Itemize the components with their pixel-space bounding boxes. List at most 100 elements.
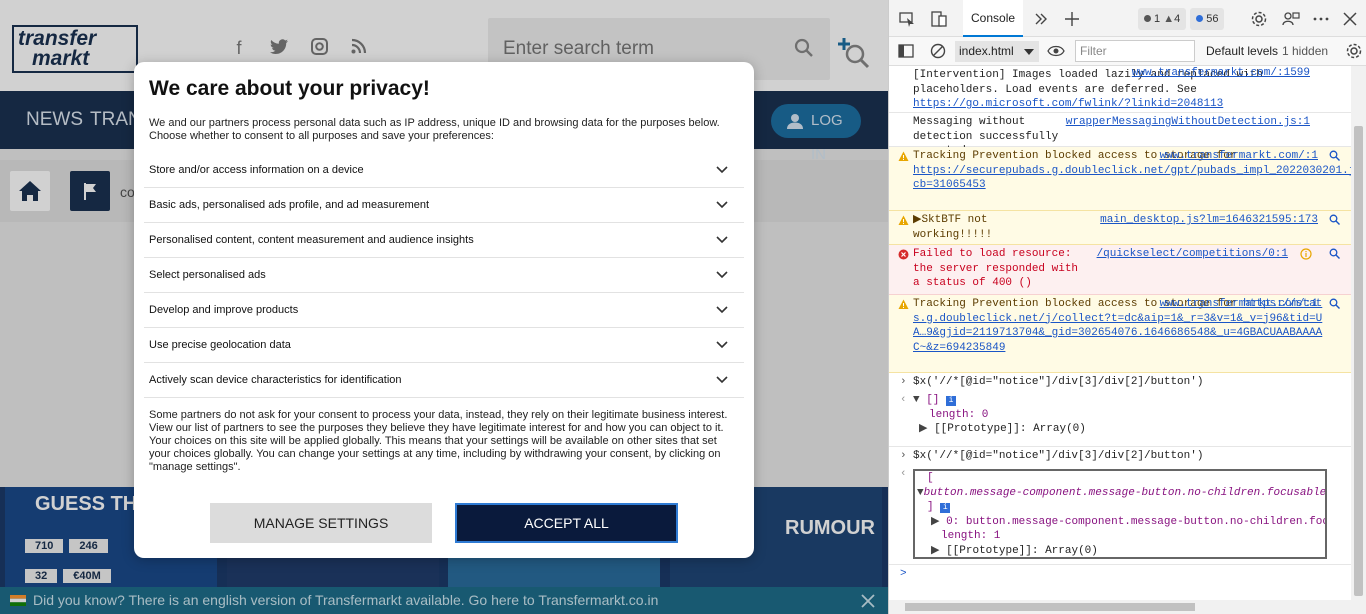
tab-console[interactable]: Console	[963, 0, 1024, 37]
feedback-icon[interactable]	[1282, 10, 1300, 28]
consent-purpose-item[interactable]: Personalised content, content measuremen…	[144, 223, 744, 258]
magnifier-icon[interactable]	[1329, 298, 1340, 309]
result-array-header[interactable]: ▼ [] i	[913, 393, 1344, 408]
info-icon[interactable]: i	[946, 396, 957, 406]
more-tabs-icon[interactable]	[1032, 10, 1050, 28]
console-message: Messaging without detection successfully…	[889, 113, 1352, 157]
message-source-link[interactable]: /quickselect/competitions/0:1	[1097, 247, 1288, 262]
message-source-link[interactable]: www.transfermarkt.com/:1	[1160, 297, 1318, 312]
privacy-consent-dialog: We care about your privacy! We and our p…	[134, 62, 754, 558]
message-source-link[interactable]: main_desktop.js?lm=1646321595:173	[1100, 213, 1318, 228]
settings-gear-icon[interactable]	[1250, 10, 1268, 28]
warning-icon	[898, 215, 909, 225]
magnifier-icon[interactable]	[1329, 150, 1340, 161]
console-command: › $x('//*[@id="notice"]/div[3]/div[2]/bu…	[889, 373, 1352, 391]
console-horizontal-scrollbar[interactable]	[889, 600, 1366, 614]
open-bracket: [	[927, 472, 934, 484]
device-emulation-icon[interactable]	[930, 10, 948, 28]
chevron-down-icon	[716, 376, 728, 384]
purpose-label: Store and/or access information on a dev…	[149, 164, 364, 176]
accept-all-button[interactable]: ACCEPT ALL	[455, 503, 678, 543]
console-vertical-scrollbar[interactable]	[1351, 66, 1366, 600]
message-text[interactable]: ▶SktBTF not working!!!!!	[913, 213, 1023, 242]
length-value: length: 1	[941, 530, 1001, 542]
console-result: ‹ ▼ [] i length: 0 ▶ [[Prototype]]: Arra…	[889, 391, 1352, 447]
array-summary: button.message-component.message-button.…	[923, 486, 1327, 499]
console-warning: Tracking Prevention blocked access to st…	[889, 147, 1352, 211]
prompt-chevron-icon: ›	[900, 450, 907, 462]
result-chevron-icon: ‹	[900, 394, 907, 406]
result-open-bracket: [	[917, 471, 1323, 486]
message-source-link[interactable]: www.transfermarkt.com/:1599	[1132, 66, 1310, 81]
consent-purpose-item[interactable]: Store and/or access information on a dev…	[144, 153, 744, 188]
scrollbar-thumb[interactable]	[905, 603, 1195, 611]
consent-purpose-item[interactable]: Develop and improve products	[144, 293, 744, 328]
message-source-link[interactable]: wrapperMessagingWithoutDetection.js:1	[1066, 115, 1310, 130]
magnifier-icon[interactable]	[1329, 214, 1340, 225]
console-error: Failed to load resource: the server resp…	[889, 245, 1352, 295]
scrollbar-thumb[interactable]	[1354, 126, 1363, 596]
console-settings-gear-icon[interactable]	[1345, 42, 1363, 60]
result-array: []	[926, 394, 940, 406]
network-info-icon[interactable]	[1300, 248, 1312, 260]
purpose-label: Actively scan device characteristics for…	[149, 374, 402, 386]
result-prototype[interactable]: ▶ [[Prototype]]: Array(0)	[913, 422, 1344, 437]
console-result: ‹ [ ▼button.message-component.message-bu…	[889, 465, 1352, 565]
consent-purpose-item[interactable]: Actively scan device characteristics for…	[144, 363, 744, 398]
manage-settings-button[interactable]: MANAGE SETTINGS	[210, 503, 432, 543]
add-tab-icon[interactable]	[1063, 10, 1081, 28]
context-selector[interactable]: index.html	[955, 41, 1039, 62]
warning-icon	[898, 151, 909, 161]
prototype-value: [[Prototype]]: Array(0)	[946, 544, 1098, 557]
dialog-body: Some partners do not ask for your consen…	[149, 409, 739, 474]
consent-purpose-item[interactable]: Basic ads, personalised ads profile, and…	[144, 188, 744, 223]
result-close-bracket: ] i	[917, 500, 1323, 515]
error-count: 1	[1154, 13, 1161, 25]
item-0-value: 0: button.message-component.message-butt…	[946, 515, 1327, 528]
result-prototype[interactable]: ▶ [[Prototype]]: Array(0)	[917, 544, 1323, 558]
chevron-down-icon	[716, 236, 728, 244]
inspect-element-icon[interactable]	[898, 10, 916, 28]
console-toolbar: index.html Filter Default levels 1 hidde…	[889, 37, 1366, 66]
dialog-body-partners: Some partners do not ask for your consen…	[149, 409, 728, 434]
close-devtools-icon[interactable]	[1341, 10, 1359, 28]
message-source-link[interactable]: www.transfermarkt.com/:1	[1160, 149, 1318, 164]
more-options-icon[interactable]	[1312, 10, 1330, 28]
prompt-chevron-icon: ›	[900, 376, 907, 388]
consent-purpose-item[interactable]: Select personalised ads	[144, 258, 744, 293]
result-array-header[interactable]: ▼button.message-component.message-button…	[917, 486, 1325, 501]
clear-console-icon[interactable]	[930, 43, 946, 59]
command-text[interactable]: $x('//*[@id="notice"]/div[3]/div[2]/butt…	[913, 376, 1203, 388]
consent-purpose-list: Store and/or access information on a dev…	[144, 153, 744, 398]
console-input-line[interactable]: >	[889, 565, 1352, 587]
devtools-tabbar: Console 1 ▲4 56	[889, 0, 1366, 37]
purpose-label: Develop and improve products	[149, 304, 299, 316]
console-warning: Tracking Prevention blocked access to st…	[889, 295, 1352, 373]
error-count-badge[interactable]: 1 ▲4	[1138, 8, 1187, 30]
dialog-title: We care about your privacy!	[149, 77, 430, 100]
error-icon	[898, 249, 909, 260]
purpose-label: Select personalised ads	[149, 269, 266, 281]
info-icon[interactable]: i	[940, 503, 951, 513]
live-expression-eye-icon[interactable]	[1047, 44, 1065, 58]
chevron-down-icon	[716, 166, 728, 174]
info-count: 56	[1206, 13, 1219, 25]
console-warning: ▶SktBTF not working!!!!! main_desktop.js…	[889, 211, 1352, 245]
length-value: length: 0	[929, 408, 989, 421]
dialog-body-global: Your choices on this site will be applie…	[149, 435, 721, 473]
command-text[interactable]: $x('//*[@id="notice"]/div[3]/div[2]/butt…	[913, 450, 1203, 462]
issue-counts[interactable]: 1 ▲4 56	[1138, 8, 1225, 30]
message-link[interactable]: https://securepubads.g.doubleclick.net/g…	[913, 165, 1352, 192]
consent-purpose-item[interactable]: Use precise geolocation data	[144, 328, 744, 363]
purpose-label: Use precise geolocation data	[149, 339, 291, 351]
log-levels-dropdown[interactable]: Default levels	[1206, 44, 1278, 58]
console-message: [Intervention] Images loaded lazily and …	[889, 66, 1352, 113]
info-count-badge[interactable]: 56	[1190, 8, 1225, 30]
magnifier-icon[interactable]	[1329, 248, 1340, 259]
console-filter-input[interactable]: Filter	[1075, 40, 1195, 62]
message-link[interactable]: https://go.microsoft.com/fwlink/?linkid=…	[913, 98, 1223, 110]
result-item-0[interactable]: ▶ 0: button.message-component.message-bu…	[917, 515, 1325, 530]
purpose-label: Personalised content, content measuremen…	[149, 234, 474, 246]
console-log: [Intervention] Images loaded lazily and …	[889, 66, 1352, 600]
sidebar-toggle-icon[interactable]	[898, 43, 914, 59]
